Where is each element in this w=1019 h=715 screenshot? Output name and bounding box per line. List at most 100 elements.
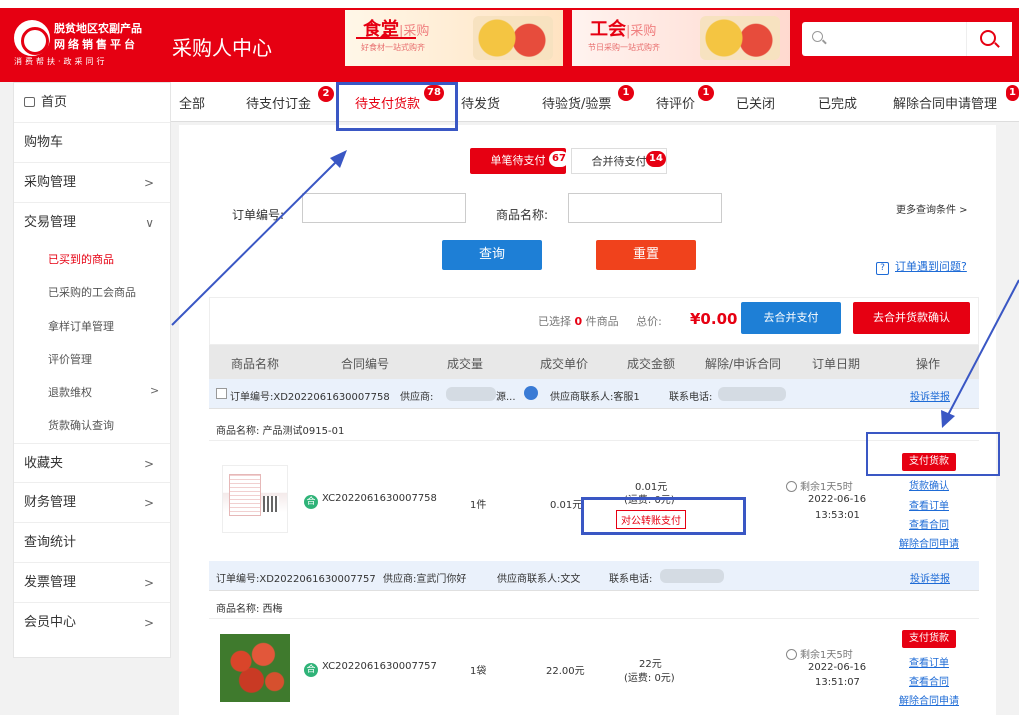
amount: 22元 [639,659,662,670]
tab-contract-release[interactable]: 解除合同申请管理 [893,93,997,112]
banner-title: 工会|采购 [590,15,656,41]
col-actions: 操作 [916,357,941,371]
sidebar-sub-bought[interactable]: 已买到的商品 [48,251,114,267]
sidebar-item-cart[interactable]: 购物车 [14,123,170,163]
quantity: 1袋 [470,666,487,677]
order-no-input[interactable] [302,193,466,223]
order-no-label: 订单编号: [232,208,285,222]
clock-icon [786,649,797,660]
order-time: 13:51:07 [815,677,860,688]
sidebar-label: 财务管理 [24,495,77,510]
chevron-right-icon: > [143,176,154,190]
question-icon: ? [876,262,889,275]
unit-price: 0.01元 [550,500,583,511]
tab-closed[interactable]: 已关闭 [736,93,775,112]
contract-number[interactable]: 合 XC2022061630007757 [304,661,437,677]
contract-number[interactable]: 合 XC2022061630007758 [304,493,437,509]
tab-inspect[interactable]: 待验货/验票 [542,93,611,112]
center-title: 采购人中心 [172,36,272,60]
tab-badge: 1 [698,85,714,101]
reset-button[interactable]: 重置 [596,240,696,270]
sidebar-item-finance[interactable]: 财务管理 > [14,483,170,523]
sidebar-sub-payment-confirm[interactable]: 货款确认查询 [48,417,114,433]
pay-button[interactable]: 支付货款 [902,630,956,648]
supplier-tail: 源... [496,392,516,403]
platform-logo[interactable]: 脱贫地区农副产品 网络销售平台 消费帮扶·政采同行 [14,18,164,73]
supplier-label: 供应商: [400,392,434,403]
sidebar-sub-review[interactable]: 评价管理 [48,351,92,367]
view-contract-link[interactable]: 查看合同 [909,516,949,531]
sidebar-item-purchase[interactable]: 采购管理 > [14,163,170,203]
report-link[interactable]: 投诉举报 [910,388,950,403]
tab-pending-ship[interactable]: 待发货 [461,93,500,112]
view-order-link[interactable]: 查看订单 [909,654,949,669]
report-link[interactable]: 投诉举报 [910,570,950,585]
col-qty: 成交量 [447,357,484,371]
sidebar-label: 退款维权 [48,386,92,399]
order-help-link[interactable]: ? 订单遇到问题? [876,258,967,275]
sidebar-sub-sample[interactable]: 拿样订单管理 [48,318,114,334]
search-button[interactable] [966,22,1012,56]
merge-pay-button[interactable]: 去合并支付 [741,302,841,334]
chevron-down-icon: ∨ [145,216,154,230]
order-number: 订单编号:XD2022061630007757 [216,574,376,585]
sidebar-item-favorites[interactable]: 收藏夹 > [14,443,170,483]
sidebar-sub-refund[interactable]: 退款维权 > [48,384,159,400]
col-contract-no: 合同编号 [341,357,390,371]
sidebar-item-stats[interactable]: 查询统计 [14,523,170,563]
query-button[interactable]: 查询 [442,240,542,270]
sidebar-item-invoice[interactable]: 发票管理 > [14,563,170,603]
col-date: 订单日期 [812,357,861,371]
help-text: 订单遇到问题? [895,260,967,273]
order-time: 13:53:01 [815,510,860,521]
contact-icon[interactable] [524,386,538,400]
quantity: 1件 [470,500,487,511]
product-name-row [209,591,979,619]
sidebar-item-trade[interactable]: 交易管理 ∨ [14,203,170,243]
order-tabs: 全部 待支付订金 2 待支付货款 78 待发货 待验货/验票 1 待评价 1 已… [171,82,1019,122]
clock-icon [786,481,797,492]
union-banner[interactable]: 工会|采购 节日采购一站式购齐 [572,10,790,66]
payment-confirm-link[interactable]: 货款确认 [909,477,949,492]
product-name-input[interactable] [568,193,722,223]
col-amount: 成交金额 [627,357,676,371]
tab-completed[interactable]: 已完成 [818,93,857,112]
food-image [473,16,553,60]
order-checkbox[interactable] [216,388,227,399]
view-contract-link[interactable]: 查看合同 [909,673,949,688]
banner-subtitle: 节日采购一站式购齐 [588,43,660,52]
highlight-transfer-tag [581,497,746,535]
supplier-contact: 供应商联系人:文文 [497,574,581,585]
unit-price: 22.00元 [546,666,585,677]
remaining-time: 剩余1天5时 [786,646,853,661]
remaining-text: 剩余1天5时 [800,650,853,661]
table-header [209,345,979,379]
product-thumbnail[interactable] [222,465,288,533]
selected-summary: 已选择 0 件商品 总价: [538,313,662,329]
sidebar-label: 购物车 [24,135,64,150]
more-filters-link[interactable]: 更多查询条件 > [896,201,968,216]
highlight-pay-button [866,432,1000,476]
view-order-link[interactable]: 查看订单 [909,497,949,512]
merge-confirm-button[interactable]: 去合并货款确认 [853,302,970,334]
release-contract-link[interactable]: 解除合同申请 [899,535,959,550]
sidebar-sub-union[interactable]: 已采购的工会商品 [48,284,136,300]
remaining-text: 剩余1天5时 [800,482,853,493]
banner-subtitle: 好食材一站式购齐 [361,43,425,52]
tab-review[interactable]: 待评价 [656,93,695,112]
sidebar-label: 采购管理 [24,175,77,190]
segment-badge: 14 [646,151,666,167]
product-thumbnail[interactable] [220,634,290,702]
logo-line2: 网络销售平台 [54,38,138,51]
chevron-right-icon: > [143,457,154,471]
tab-all[interactable]: 全部 [179,93,205,112]
tab-badge: 1 [618,85,634,101]
segment-label: 单笔待支付 [490,154,546,167]
sidebar-item-member[interactable]: 会员中心 > [14,603,170,643]
supplier-contact: 供应商联系人:客服1 [550,392,640,403]
sidebar-label: 首页 [41,95,68,110]
tab-deposit[interactable]: 待支付订金 [246,93,311,112]
sidebar-item-home[interactable]: 首页 [14,83,170,123]
release-contract-link[interactable]: 解除合同申请 [899,692,959,707]
sidebar-label: 查询统计 [24,535,77,550]
